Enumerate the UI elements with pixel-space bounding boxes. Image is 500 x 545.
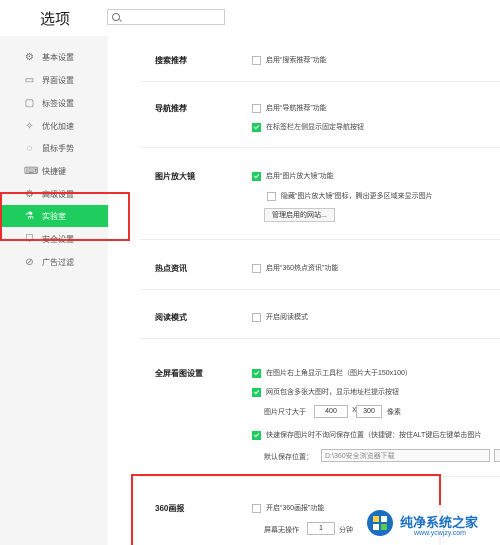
section-title-fullscreen: 全屏看图设置 <box>155 369 203 378</box>
sidebar-item-label: 实验室 <box>42 211 66 221</box>
sidebar-item-label: 鼠标手势 <box>42 143 74 153</box>
idle-minutes-input[interactable]: 1 <box>307 522 335 535</box>
watermark: 纯净系统之家 www.ycwjzy.com <box>362 505 500 545</box>
sidebar-item-label: 高级设置 <box>42 189 74 199</box>
image-height-input[interactable]: 300 <box>356 405 382 418</box>
option-quick-save[interactable]: 快速保存图片时不询问保存位置（快捷键：按住ALT键后左键单击图片 <box>252 430 481 440</box>
save-path-input[interactable]: D:\360安全浏览器下载 <box>321 449 490 462</box>
sidebar-item-advanced[interactable]: ⚙ 高级设置 <box>0 183 108 205</box>
checkbox-checked[interactable] <box>252 430 261 440</box>
divider <box>140 289 500 290</box>
sidebar-item-basic[interactable]: ⚙ 基本设置 <box>0 46 108 68</box>
image-width-input[interactable]: 400 <box>314 405 348 418</box>
pixel-unit-label: 像素 <box>387 409 401 416</box>
section-title-search-recommend: 搜索推荐 <box>155 56 187 65</box>
manage-sites-button[interactable]: 管理启用的网站... <box>264 208 335 222</box>
sidebar-item-ad-filter[interactable]: ⊘ 广告过滤 <box>0 251 108 273</box>
option-nav-recommend[interactable]: 启用“导航推荐”功能 <box>252 103 327 113</box>
sidebar-item-tabs[interactable]: ▢ 标签设置 <box>0 92 108 114</box>
section-title-screensaver: 360画报 <box>155 504 185 513</box>
divider <box>140 147 500 148</box>
browse-button[interactable] <box>494 449 500 462</box>
option-screensaver[interactable]: 开启“360画报”功能 <box>252 503 324 513</box>
sidebar-item-label: 标签设置 <box>42 98 74 108</box>
rocket-icon: ✧ <box>25 120 34 132</box>
sidebar-item-label: 快捷键 <box>42 166 66 176</box>
window-icon: ▭ <box>24 74 35 86</box>
section-title-magnifier: 图片放大镜 <box>155 172 195 181</box>
checkbox[interactable] <box>252 312 261 322</box>
advanced-icon: ⚙ <box>25 188 34 200</box>
option-nav-fixed-button[interactable]: 在标签栏左侧显示固定导航按钮 <box>252 122 364 132</box>
option-fullscreen-address-hint[interactable]: 网页包含多张大图时，显示地址栏提示按钮 <box>252 387 399 397</box>
watermark-brand: 纯净系统之家 <box>400 515 479 530</box>
sidebar-item-label: 安全设置 <box>42 234 74 244</box>
sidebar-item-shortcuts[interactable]: ⌨ 快捷键 <box>0 160 108 182</box>
keyboard-icon: ⌨ <box>24 165 39 177</box>
sidebar-item-mouse-gesture[interactable]: ◌ 鼠标手势 <box>0 137 108 159</box>
option-search-recommend[interactable]: 启用“搜索推荐”功能 <box>252 55 327 65</box>
divider <box>140 81 500 82</box>
settings-panel: 搜索推荐 启用“搜索推荐”功能 导航推荐 启用“导航推荐”功能 在标签栏左侧显示… <box>130 36 500 545</box>
sidebar-item-label: 优化加速 <box>42 121 74 131</box>
option-reading-mode[interactable]: 开启阅读模式 <box>252 312 308 322</box>
divider <box>140 338 500 339</box>
gear-icon: ⚙ <box>25 51 34 63</box>
section-title-hot-news: 热点资讯 <box>155 264 187 273</box>
flask-icon: ⚗ <box>25 210 34 222</box>
divider <box>140 239 500 240</box>
watermark-logo <box>367 510 393 536</box>
checkbox[interactable] <box>267 191 276 201</box>
sidebar-item-optimize[interactable]: ✧ 优化加速 <box>0 115 108 137</box>
shield-icon: ⛉ <box>25 233 34 245</box>
checkbox-checked[interactable] <box>252 171 261 181</box>
block-icon: ⊘ <box>25 256 34 268</box>
sidebar-item-security[interactable]: ⛉ 安全设置 <box>0 228 108 250</box>
sidebar-item-label: 基本设置 <box>42 52 74 62</box>
image-size-label: 图片尺寸大于 <box>264 409 306 416</box>
checkbox-checked[interactable] <box>252 122 261 132</box>
watermark-url: www.ycwjzy.com <box>414 530 466 537</box>
mouse-icon: ◌ <box>26 142 33 154</box>
sidebar-item-label: 广告过滤 <box>42 257 74 267</box>
option-magnifier-hide-icon[interactable]: 隐藏“图片放大镜”图标，腾出更多区域来显示图片 <box>267 191 433 201</box>
checkbox-checked[interactable] <box>252 368 261 378</box>
page-title: 选项 <box>40 11 71 28</box>
options-header: 选项 <box>0 0 500 36</box>
option-magnifier-enable[interactable]: 启用“图片放大镜”功能 <box>252 171 334 181</box>
section-title-nav-recommend: 导航推荐 <box>155 104 187 113</box>
search-input[interactable] <box>107 9 225 25</box>
section-title-reading: 阅读模式 <box>155 313 187 322</box>
idle-label: 屏幕无操作 <box>264 527 299 534</box>
search-icon <box>112 13 120 21</box>
option-fullscreen-toolbar[interactable]: 在图片右上角显示工具栏（图片大于150x100） <box>252 368 412 378</box>
sidebar: ⚙ 基本设置 ▭ 界面设置 ▢ 标签设置 ✧ 优化加速 ◌ 鼠标手势 ⌨ 快捷键… <box>0 36 108 545</box>
sidebar-item-label: 界面设置 <box>42 75 74 85</box>
option-hot-news[interactable]: 启用“360热点资讯”功能 <box>252 263 338 273</box>
idle-unit-label: 分钟 <box>339 527 353 534</box>
sidebar-item-interface[interactable]: ▭ 界面设置 <box>0 69 108 91</box>
checkbox[interactable] <box>252 263 261 273</box>
save-location-label: 默认保存位置： <box>264 454 313 461</box>
checkbox-checked[interactable] <box>252 387 261 397</box>
divider <box>140 476 500 477</box>
tab-icon: ▢ <box>24 97 35 109</box>
checkbox[interactable] <box>252 103 261 113</box>
checkbox[interactable] <box>252 55 261 65</box>
checkbox[interactable] <box>252 503 261 513</box>
sidebar-item-lab[interactable]: ⚗ 实验室 <box>0 205 108 227</box>
